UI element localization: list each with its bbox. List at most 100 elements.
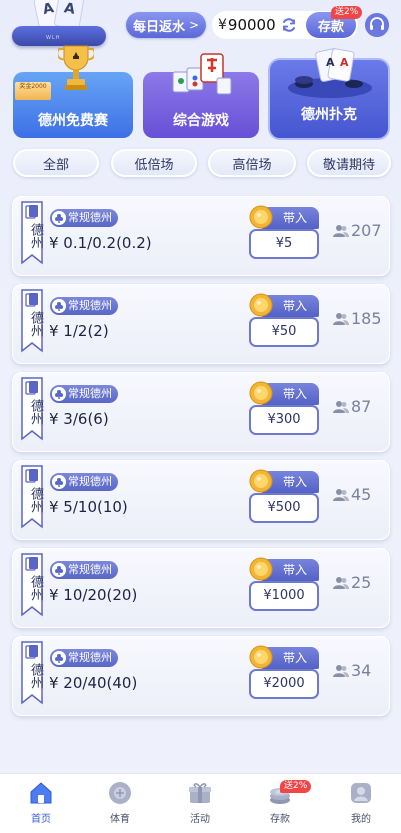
player-count-value: 207 <box>351 221 382 240</box>
room-type-label: 常规德州 <box>68 211 112 224</box>
room-type-label: 常规德州 <box>68 387 112 400</box>
room-row[interactable]: 德州 常规德州 ¥ 1/2(2) 带入 ¥50 185 <box>12 284 390 364</box>
room-type-badge: 常规德州 <box>50 473 118 491</box>
room-row[interactable]: 德州 常规德州 ¥ 20/40(40) 带入 ¥2000 34 <box>12 636 390 716</box>
club-suit-icon <box>52 211 66 225</box>
currency-symbol: ¥ <box>218 17 227 33</box>
room-type-label: 常规德州 <box>68 475 112 488</box>
room-type-badge: 常规德州 <box>50 649 118 667</box>
buyin-amount: ¥5 <box>249 229 319 259</box>
room-type-badge: 常规德州 <box>50 561 118 579</box>
room-row[interactable]: 德州 常规德州 ¥ 10/20(20) 带入 ¥1000 25 <box>12 548 390 628</box>
buyin-amount: ¥500 <box>249 493 319 523</box>
room-stakes: ¥ 0.1/0.2(0.2) <box>49 234 152 252</box>
buyin-button[interactable]: 带入 ¥50 <box>249 293 319 351</box>
player-count-value: 34 <box>351 661 372 680</box>
nav-promotions[interactable]: 活动 <box>170 780 230 830</box>
club-suit-icon <box>52 475 66 489</box>
club-suit-icon <box>52 651 66 665</box>
gold-coin-icon <box>249 645 273 669</box>
buyin-button[interactable]: 带入 ¥500 <box>249 469 319 527</box>
player-count: 45 <box>333 485 371 504</box>
buyin-button[interactable]: 带入 ¥2000 <box>249 645 319 703</box>
room-row[interactable]: 德州 常规德州 ¥ 5/10(10) 带入 ¥500 45 <box>12 460 390 540</box>
room-row[interactable]: 德州 常规德州 ¥ 0.1/0.2(0.2) 带入 ¥5 207 <box>12 196 390 276</box>
room-type-badge: 常规德州 <box>50 297 118 315</box>
buyin-amount: ¥50 <box>249 317 319 347</box>
room-stakes: ¥ 1/2(2) <box>49 322 109 340</box>
gold-coin-icon <box>249 381 273 405</box>
svg-text:A: A <box>340 56 349 69</box>
room-stakes: ¥ 10/20(20) <box>49 586 138 604</box>
club-suit-icon <box>52 299 66 313</box>
nav-profile-label: 我的 <box>351 814 371 825</box>
buyin-button[interactable]: 带入 ¥5 <box>249 205 319 263</box>
customer-service-icon[interactable] <box>365 13 389 37</box>
room-flag-label: 德州 <box>28 223 43 249</box>
player-count-value: 185 <box>351 309 382 328</box>
player-count: 34 <box>333 661 371 680</box>
daily-rebate-button[interactable]: 每日返水 > <box>126 12 206 38</box>
nav-home-label: 首页 <box>31 814 51 825</box>
category-free-tournament[interactable]: 奖金2000 德州免费赛 <box>13 45 133 138</box>
room-stakes: ¥ 5/10(10) <box>49 498 128 516</box>
player-count-value: 87 <box>351 397 372 416</box>
room-stakes: ¥ 20/40(40) <box>49 674 138 692</box>
app-logo[interactable]: A A WLH <box>12 0 106 46</box>
room-flag-label: 德州 <box>28 575 43 601</box>
chevron-right-icon: > <box>188 18 200 32</box>
bottom-navigation: 首页 体育 活动 存款 送2% 我的 <box>0 773 401 833</box>
home-icon <box>30 782 52 804</box>
player-count-value: 25 <box>351 573 372 592</box>
room-flag-label: 德州 <box>28 311 43 337</box>
tab-coming-soon[interactable]: 敬请期待 <box>307 149 391 177</box>
trophy-icon <box>58 45 94 90</box>
gift-icon <box>189 783 211 803</box>
profile-icon <box>351 783 371 803</box>
room-flag-label: 德州 <box>28 399 43 425</box>
prize-tag: 奖金2000 <box>15 82 51 100</box>
room-flag-label: 德州 <box>28 487 43 513</box>
player-count: 87 <box>333 397 371 416</box>
club-suit-icon <box>52 563 66 577</box>
deposit-bonus-badge: 送2% <box>280 780 312 793</box>
mahjong-tiles-icon <box>172 53 232 95</box>
buyin-amount: ¥1000 <box>249 581 319 611</box>
nav-deposit[interactable]: 存款 送2% <box>250 780 312 830</box>
tab-low-stakes[interactable]: 低倍场 <box>111 149 197 177</box>
gold-coin-icon <box>249 205 273 229</box>
gold-coin-icon <box>249 293 273 317</box>
prize-tag-text: 奖金2000 <box>19 83 47 90</box>
deposit-bonus-badge: 送2% <box>331 6 363 19</box>
room-row[interactable]: 德州 常规德州 ¥ 3/6(6) 带入 ¥300 87 <box>12 372 390 452</box>
tab-all[interactable]: 全部 <box>13 149 99 177</box>
room-stakes: ¥ 3/6(6) <box>49 410 109 428</box>
category-label: 综合游戏 <box>173 113 229 129</box>
players-icon <box>333 224 349 237</box>
buyin-button[interactable]: 带入 ¥300 <box>249 381 319 439</box>
buyin-button[interactable]: 带入 ¥1000 <box>249 557 319 615</box>
refresh-icon[interactable] <box>281 17 297 33</box>
balance-display: ¥ 90000 存款 送2% <box>212 6 363 39</box>
nav-home[interactable]: 首页 <box>11 780 71 830</box>
nav-deposit-label: 存款 <box>270 814 290 825</box>
players-icon <box>333 400 349 413</box>
room-type-badge: 常规德州 <box>50 385 118 403</box>
room-type-badge: 常规德州 <box>50 209 118 227</box>
gold-coin-icon <box>249 557 273 581</box>
player-count: 185 <box>333 309 382 328</box>
nav-promotions-label: 活动 <box>190 814 210 825</box>
players-icon <box>333 488 349 501</box>
player-count: 207 <box>333 221 382 240</box>
tab-high-stakes[interactable]: 高倍场 <box>208 149 296 177</box>
category-label: 德州扑克 <box>301 107 357 123</box>
gold-coin-icon <box>249 469 273 493</box>
category-mixed-games[interactable]: 综合游戏 <box>143 53 259 138</box>
category-texas-holdem[interactable]: A A 德州扑克 <box>268 48 390 140</box>
nav-sports[interactable]: 体育 <box>90 780 150 830</box>
nav-profile[interactable]: 我的 <box>331 780 391 830</box>
balance-amount: 90000 <box>227 16 276 34</box>
buyin-amount: ¥2000 <box>249 669 319 699</box>
room-type-label: 常规德州 <box>68 299 112 312</box>
room-flag-label: 德州 <box>28 663 43 689</box>
